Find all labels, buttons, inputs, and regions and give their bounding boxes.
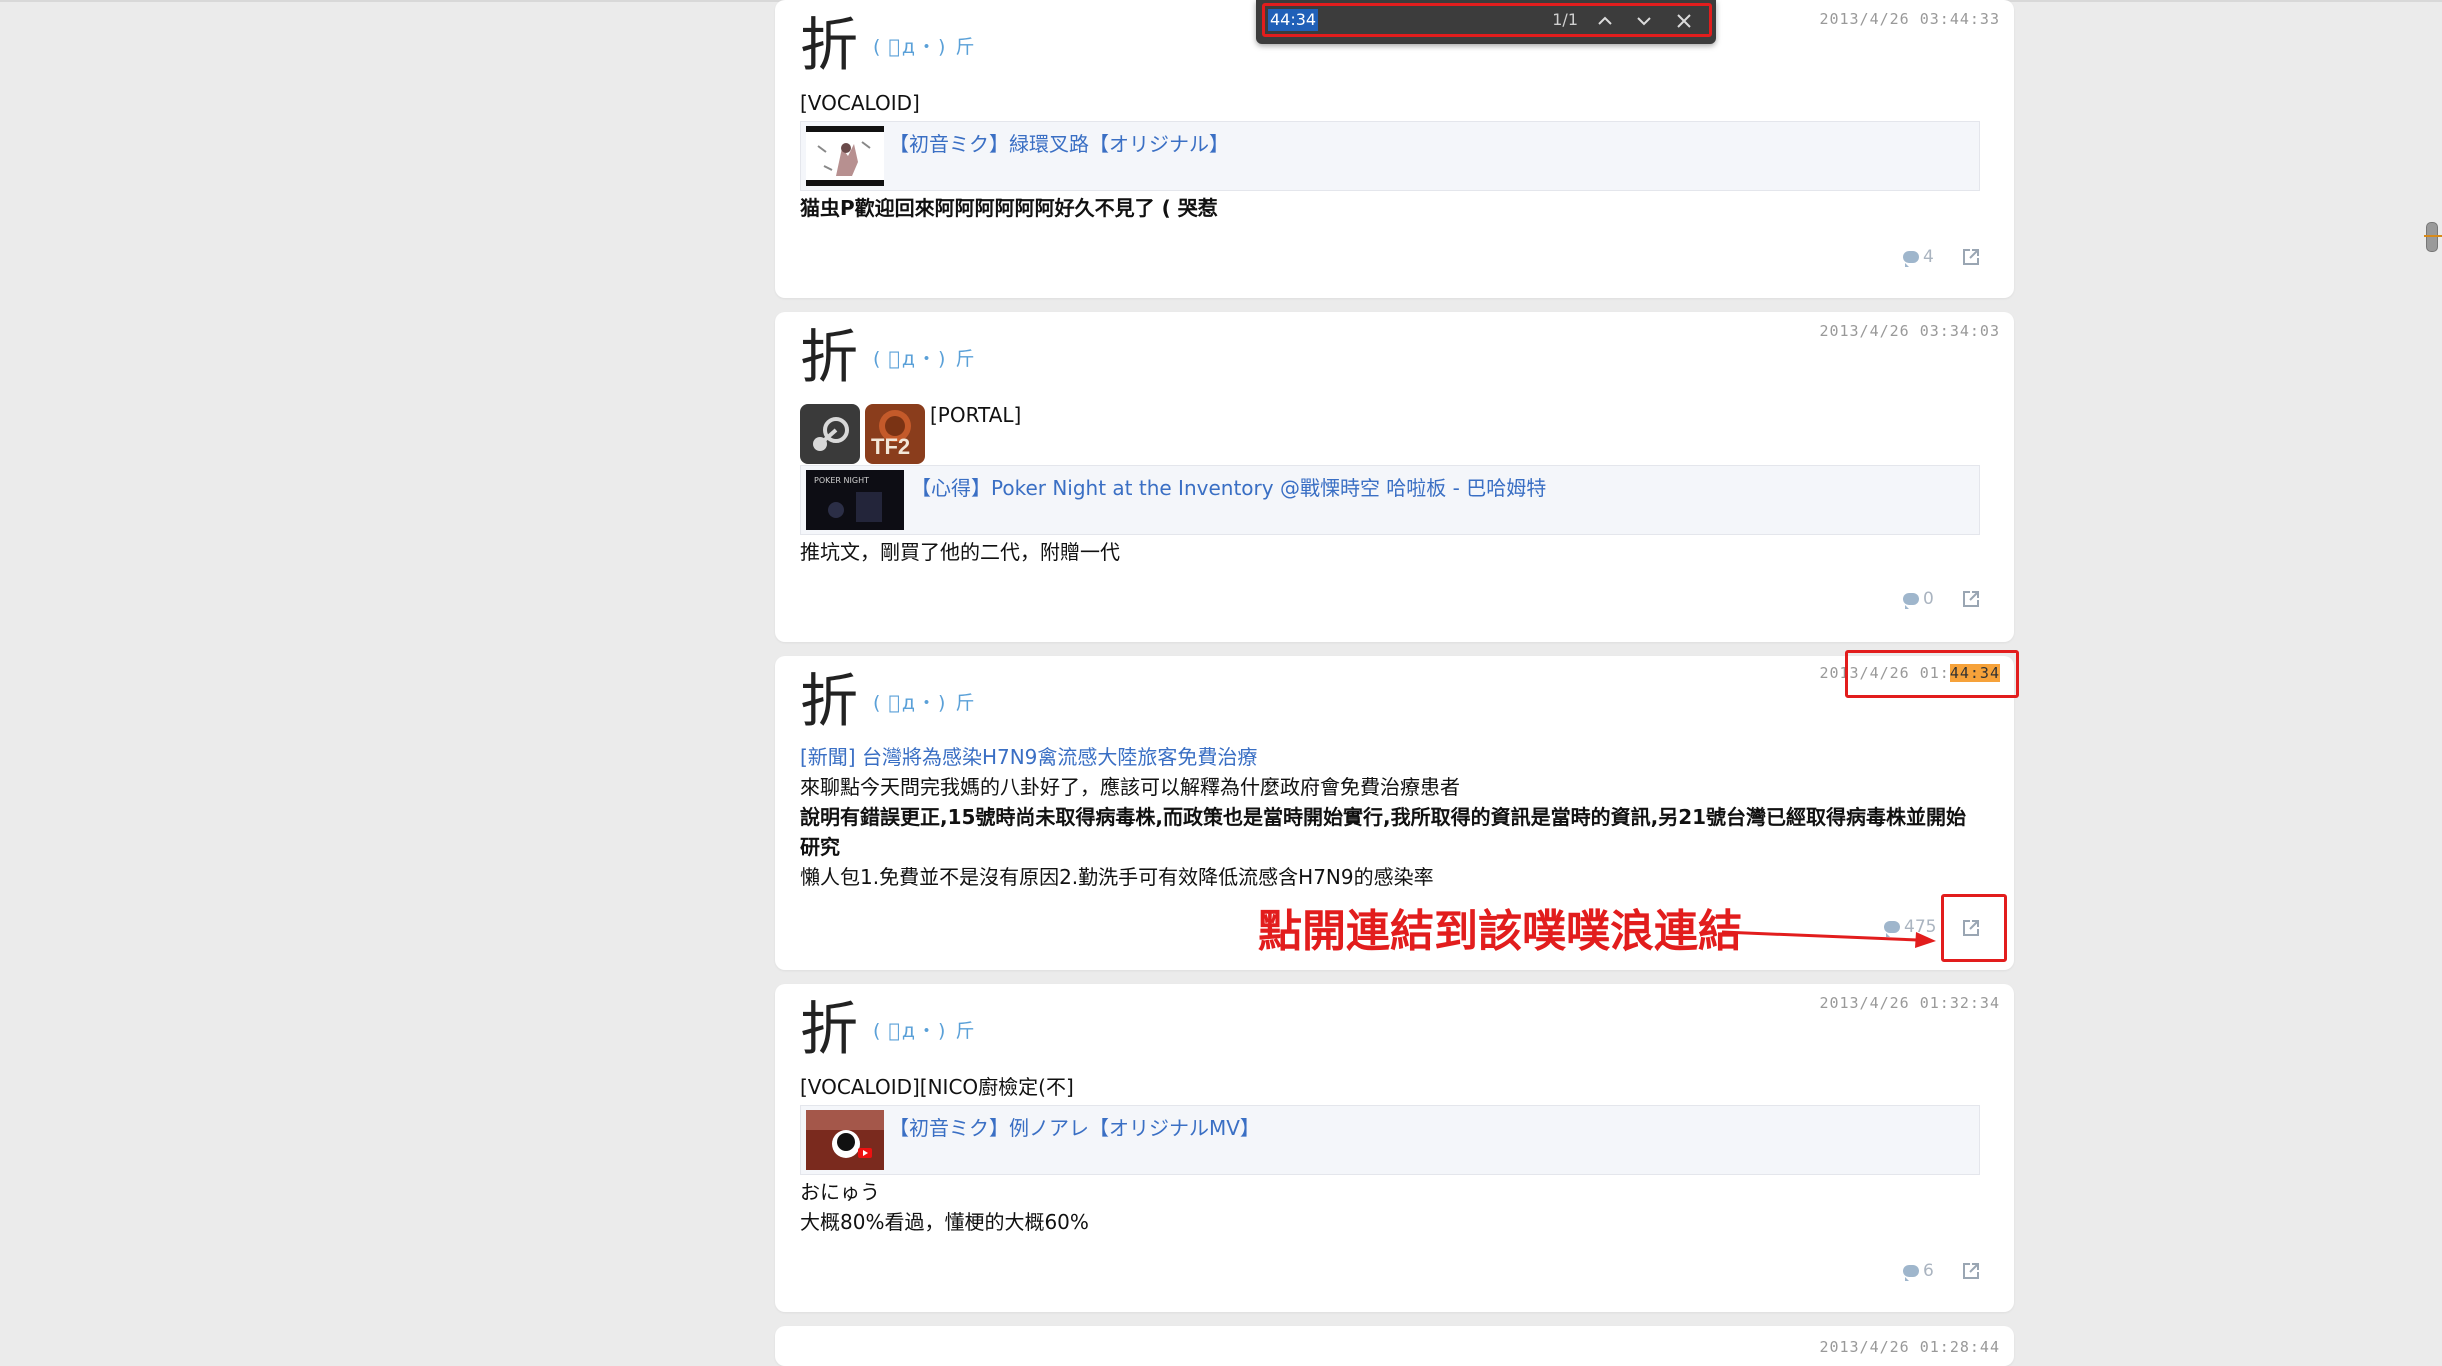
find-match-count: 1/1 [1552, 10, 1578, 29]
comment-bubble-icon [1903, 251, 1919, 267]
tf2-icon: TF2 [865, 404, 925, 464]
timestamp: 2013/4/26 01:28:44 [1819, 1338, 2000, 1356]
article-thumbnail[interactable]: POKER NIGHT [806, 470, 904, 530]
post-line: 來聊點今天問完我媽的八卦好了，應該可以解釋為什麼政府會免費治療患者 [800, 775, 1460, 799]
timestamp: 2013/4/26 03:44:33 [1819, 10, 2000, 28]
post-line: 懶人包1.免費並不是沒有原因2.勤洗手可有效降低流感含H7N9的感染率 [800, 865, 1434, 889]
timestamp: 2013/4/26 03:34:03 [1819, 322, 2000, 340]
comment-count-value: 4 [1923, 247, 1934, 267]
post-line: 大概80%看過，懂梗的大概60% [800, 1210, 1089, 1234]
link-preview[interactable]: POKER NIGHT 【心得】Poker Night at the Inven… [800, 465, 1980, 535]
find-match-highlight: 44:34 [1949, 664, 2000, 682]
avatar[interactable]: 折 [800, 672, 858, 730]
annotation-text: 點開連結到該噗噗浪連結 [1258, 906, 1742, 957]
news-link[interactable]: [新聞] 台灣將為感染H7N9禽流感大陸旅客免費治療 [800, 742, 1257, 772]
open-link-icon[interactable] [1961, 918, 1981, 938]
post-body: 猫虫P歡迎回來阿阿阿阿阿阿好久不見了 ( 哭惹 [800, 196, 1218, 220]
timestamp: 2013/4/26 01:44:34 [1819, 664, 2000, 682]
open-link-icon[interactable] [1961, 1261, 1981, 1281]
post-tag: [PORTAL] [930, 403, 1022, 427]
comment-count[interactable]: 4 [1903, 247, 1934, 267]
timestamp: 2013/4/26 01:32:34 [1819, 994, 2000, 1012]
comment-count-value: 0 [1923, 589, 1934, 609]
author-nickname[interactable]: ( ﾟд・) 斤 [873, 344, 976, 371]
scrollbar-thumb[interactable] [2426, 222, 2438, 252]
link-title[interactable]: 【初音ミク】緑環叉路【オリジナル】 [889, 128, 1229, 157]
post-body: 推坑文，剛買了他的二代，附贈一代 [800, 540, 1120, 564]
link-preview[interactable]: 【初音ミク】緑環叉路【オリジナル】 [800, 121, 1980, 191]
comment-count[interactable]: 6 [1903, 1261, 1934, 1281]
avatar[interactable]: 折 [800, 16, 858, 74]
avatar[interactable]: 折 [800, 1000, 858, 1058]
post-tag: [VOCALOID][NICO廚檢定(不] [800, 1075, 1074, 1099]
author-nickname[interactable]: ( ﾟд・) 斤 [873, 32, 976, 59]
comment-count[interactable]: 0 [1903, 589, 1934, 609]
chevron-up-icon [1598, 16, 1612, 25]
plurk-card: 2013/4/26 01:28:44 [775, 1326, 2014, 1366]
open-link-icon[interactable] [1961, 589, 1981, 609]
close-icon [1677, 14, 1691, 28]
plurk-card: 折 ( ﾟд・) 斤 2013/4/26 03:44:33 [VOCALOID]… [775, 0, 2014, 298]
video-thumbnail[interactable] [806, 126, 884, 186]
open-link-icon[interactable] [1961, 247, 1981, 267]
find-previous-button[interactable] [1590, 6, 1620, 36]
link-title[interactable]: 【初音ミク】例ノアレ【オリジナルMV】 [889, 1112, 1260, 1141]
find-close-button[interactable] [1669, 6, 1699, 36]
avatar[interactable]: 折 [800, 328, 858, 386]
comment-count-value: 6 [1923, 1261, 1934, 1281]
find-next-button[interactable] [1629, 6, 1659, 36]
scrollbar-find-marker [2424, 235, 2442, 237]
video-thumbnail[interactable] [806, 1110, 884, 1170]
plurk-card: 折 ( ﾟд・) 斤 2013/4/26 01:32:34 [VOCALOID]… [775, 984, 2014, 1312]
comment-bubble-icon [1903, 1265, 1919, 1281]
comment-bubble-icon [1903, 593, 1919, 609]
post-line: おにゅう [800, 1180, 880, 1204]
link-preview[interactable]: 【初音ミク】例ノアレ【オリジナルMV】 [800, 1105, 1980, 1175]
steam-icon [800, 404, 860, 464]
post-tag: [VOCALOID] [800, 91, 920, 115]
link-title[interactable]: 【心得】Poker Night at the Inventory @戰慄時空 哈… [911, 472, 1546, 501]
chevron-down-icon [1637, 17, 1651, 26]
annotation-arrow-icon [1721, 930, 1936, 948]
plurk-card: 折 ( ﾟд・) 斤 2013/4/26 03:34:03 TF2 [PORTA… [775, 312, 2014, 642]
timestamp-prefix: 2013/4/26 01: [1819, 664, 1950, 682]
author-nickname[interactable]: ( ﾟд・) 斤 [873, 688, 976, 715]
find-input-selection: 44:34 [1268, 9, 1319, 31]
tf2-label: TF2 [871, 434, 911, 459]
post-line-bold: 說明有錯誤更正,15號時尚未取得病毒株,而政策也是當時開始實行,我所取得的資訊是… [800, 805, 1967, 859]
author-nickname[interactable]: ( ﾟд・) 斤 [873, 1016, 976, 1043]
